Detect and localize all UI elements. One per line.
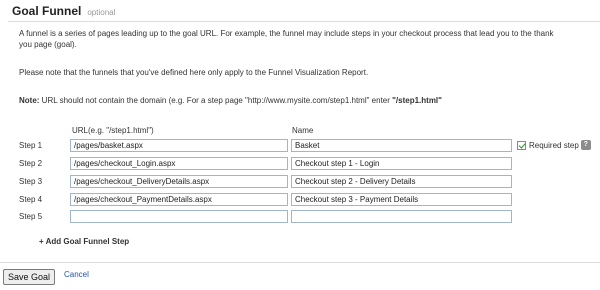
step-label: Step 5 (19, 212, 43, 221)
bottom-divider (0, 262, 600, 263)
report-note: Please note that the funnels that you've… (19, 68, 369, 77)
step-name-input[interactable]: Checkout step 3 - Payment Details (291, 193, 512, 206)
note-example: "/step1.html" (392, 96, 442, 105)
step-label: Step 4 (19, 195, 43, 204)
add-funnel-step-link[interactable]: + Add Goal Funnel Step (39, 237, 129, 246)
required-step-checkbox[interactable] (517, 140, 526, 150)
funnel-description: A funnel is a series of pages leading up… (19, 28, 599, 50)
step-name-input[interactable] (291, 210, 512, 223)
cancel-link[interactable]: Cancel (64, 270, 89, 279)
optional-label: optional (87, 8, 116, 17)
step-url-input[interactable]: /pages/checkout_PaymentDetails.aspx (70, 193, 288, 206)
step-label: Step 2 (19, 159, 43, 168)
required-step-option[interactable]: Required step ? (517, 140, 591, 150)
step-name-input[interactable]: Checkout step 1 - Login (291, 157, 512, 170)
step-url-input[interactable]: /pages/basket.aspx (70, 139, 288, 152)
url-column-header: URL(e.g. "/step1.html") (72, 126, 154, 135)
help-icon[interactable]: ? (580, 140, 591, 150)
section-title-text: Goal Funnel (12, 4, 82, 18)
funnel-description-line1: A funnel is a series of pages leading up… (19, 29, 554, 38)
step-url-input[interactable] (70, 210, 288, 223)
required-step-label: Required step (529, 140, 579, 150)
step-name-input[interactable]: Checkout step 2 - Delivery Details (291, 175, 512, 188)
section-title: Goal Funnel optional (12, 4, 115, 18)
section-divider (8, 21, 600, 22)
note-label: Note: (19, 96, 40, 105)
note-text: URL should not contain the domain (e.g. … (39, 96, 393, 105)
step-url-input[interactable]: /pages/checkout_Login.aspx (70, 157, 288, 170)
step-label: Step 1 (19, 141, 43, 150)
funnel-description-line2: you page (goal). (19, 40, 77, 49)
save-goal-button[interactable]: Save Goal (3, 269, 56, 285)
url-note: Note: URL should not contain the domain … (19, 95, 442, 106)
step-label: Step 3 (19, 177, 43, 186)
step-url-input[interactable]: /pages/checkout_DeliveryDetails.aspx (70, 175, 288, 188)
name-column-header: Name (292, 126, 314, 135)
step-name-input[interactable]: Basket (291, 139, 512, 152)
